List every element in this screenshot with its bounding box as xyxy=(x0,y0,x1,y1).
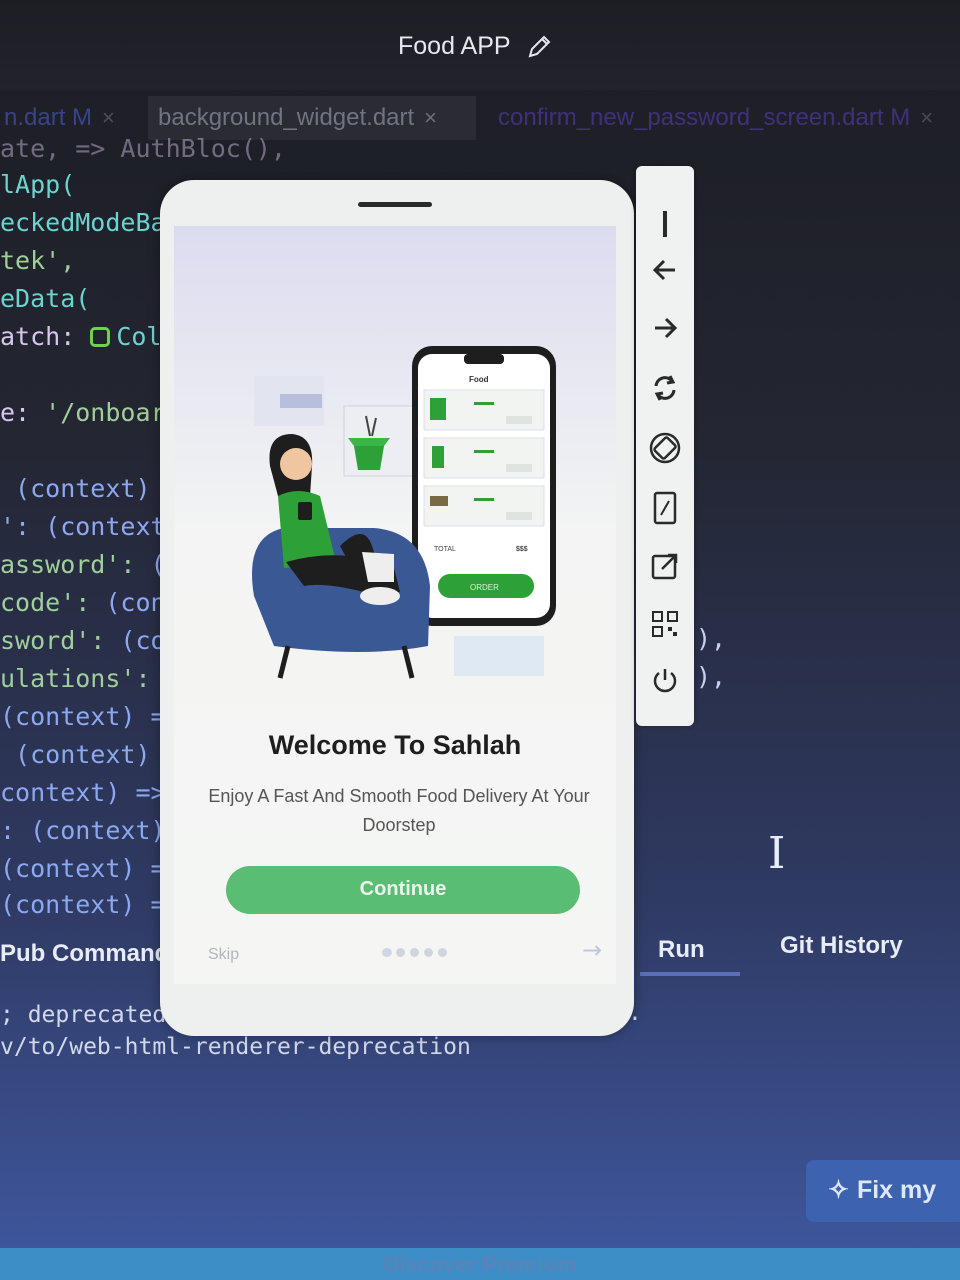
refresh-icon[interactable] xyxy=(647,370,683,406)
code-line: eData( xyxy=(0,284,91,313)
code-line: context) => xyxy=(0,778,166,807)
code-value: Col xyxy=(116,322,162,351)
tab-label: confirm_new_password_screen.dart M xyxy=(498,104,911,131)
code-line: (context) = xyxy=(0,854,166,883)
mock-total-value: $$$ xyxy=(516,546,528,553)
sparkle-icon: ✧ xyxy=(828,1176,849,1204)
code-line: e: '/onboar xyxy=(0,398,166,427)
code-line: : (context) xyxy=(0,816,166,845)
welcome-subtitle: Enjoy A Fast And Smooth Food Delivery At… xyxy=(208,786,590,835)
fix-button-label: Fix my xyxy=(856,1176,937,1204)
code-line: eckedModeBa xyxy=(0,208,166,237)
next-arrow-icon[interactable]: → xyxy=(582,936,602,964)
qr-code-icon[interactable] xyxy=(647,606,683,642)
open-external-icon[interactable] xyxy=(647,548,683,584)
code-line: (context) = xyxy=(0,890,166,919)
code-line: lApp( xyxy=(0,170,76,199)
speaker-notch xyxy=(358,202,432,207)
code-key: code': xyxy=(0,588,106,617)
forward-arrow-icon[interactable] xyxy=(647,310,683,346)
code-value: '/onboar xyxy=(45,398,166,427)
code-key: atch: xyxy=(0,322,91,351)
active-tab-indicator xyxy=(640,972,740,976)
mock-order-button: ORDER xyxy=(470,583,499,592)
code-key: assword': xyxy=(0,550,151,579)
close-icon[interactable]: × xyxy=(424,105,437,130)
page-dot xyxy=(424,948,433,957)
output-line: v/to/web-html-renderer-deprecation xyxy=(0,1034,471,1060)
code-line: (context) = xyxy=(0,740,181,769)
edit-pencil-icon[interactable] xyxy=(526,34,552,60)
code-fragment: ), xyxy=(696,662,727,691)
premium-label: Discover Premium xyxy=(383,1252,577,1277)
page-dot xyxy=(410,948,419,957)
page-dot xyxy=(438,948,447,957)
code-key: e: xyxy=(0,398,46,427)
code-line: tek', xyxy=(0,246,76,275)
device-toolbar xyxy=(636,166,694,726)
tab-confirm-new-password[interactable]: confirm_new_password_screen.dart M × xyxy=(488,96,960,140)
continue-button[interactable]: Continue xyxy=(226,866,580,914)
device-preview: Food TOTAL $$$ ORDER Welcome To Sahlah E… xyxy=(160,180,634,1036)
code-line: ulations': xyxy=(0,664,151,693)
code-line: (context) = xyxy=(0,702,166,731)
code-value: (co xyxy=(120,626,166,655)
tab-label: background_widget.dart xyxy=(158,104,415,131)
tab-run[interactable]: Run xyxy=(658,936,705,964)
code-line: sword': (co xyxy=(0,626,166,655)
mock-screen-title: Food xyxy=(469,375,489,384)
text-cursor-icon: I xyxy=(768,828,786,879)
back-arrow-icon[interactable] xyxy=(647,252,683,288)
app-title: Food APP xyxy=(398,32,511,60)
code-line: assword': ( xyxy=(0,550,166,579)
code-line: atch: Col xyxy=(0,322,161,351)
page-dot xyxy=(396,948,405,957)
close-icon[interactable]: × xyxy=(102,105,115,130)
code-fragment: ), xyxy=(696,624,727,653)
onboarding-illustration: Food TOTAL $$$ ORDER xyxy=(252,346,556,679)
code-line: (context) = xyxy=(0,474,181,503)
welcome-title: Welcome To Sahlah xyxy=(268,730,522,760)
title-bar: Food APP xyxy=(0,0,960,90)
mock-total-label: TOTAL xyxy=(434,546,456,553)
drag-handle-icon[interactable] xyxy=(647,206,683,242)
tab-pub-commands[interactable]: Pub Commands xyxy=(0,940,183,968)
device-frame-icon[interactable] xyxy=(647,490,683,526)
code-value: (con xyxy=(105,588,166,617)
code-line: ': (context xyxy=(0,512,166,541)
power-icon[interactable] xyxy=(647,662,683,698)
code-line: code': (con xyxy=(0,588,166,617)
tab-label: n.dart M xyxy=(4,104,93,131)
code-line: ate, => AuthBloc(), xyxy=(0,134,286,163)
rotate-screen-icon[interactable] xyxy=(647,430,683,466)
color-swatch-icon xyxy=(90,327,111,347)
fix-my-code-button[interactable]: ✧ Fix my xyxy=(806,1160,960,1222)
code-key: sword': xyxy=(0,626,121,655)
skip-button[interactable]: Skip xyxy=(208,946,239,964)
page-dot-active xyxy=(382,948,392,957)
premium-banner[interactable]: Discover Premium xyxy=(0,1248,960,1280)
close-icon[interactable]: × xyxy=(920,105,933,130)
app-screen: Food TOTAL $$$ ORDER Welcome To Sahlah E… xyxy=(174,226,616,984)
tab-git-history[interactable]: Git History xyxy=(780,932,903,960)
